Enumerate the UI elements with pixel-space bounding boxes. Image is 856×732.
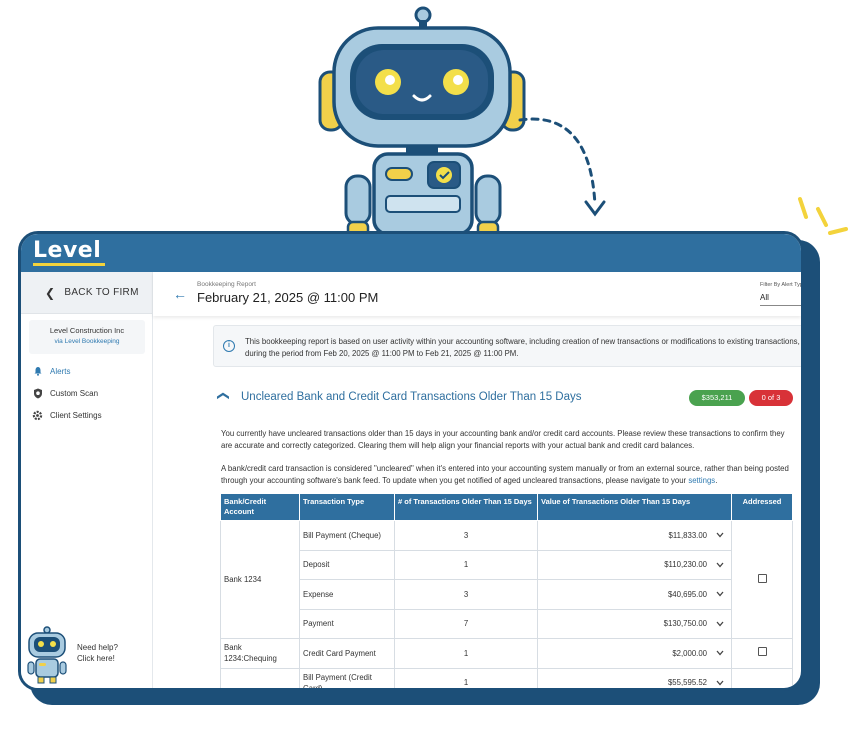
table-header-row: Bank/Credit Account Transaction Type # o… bbox=[220, 493, 793, 521]
dashed-arrow-icon bbox=[518, 117, 606, 217]
value-cell: $40,695.00 bbox=[537, 579, 732, 610]
column-header: # of Transactions Older Than 15 Days bbox=[394, 493, 538, 521]
value-cell: $130,750.00 bbox=[537, 608, 732, 639]
value-text: $40,695.00 bbox=[667, 589, 707, 599]
value-cell: $11,833.00 bbox=[537, 520, 732, 551]
type-cell: Bill Payment (Credit Card) bbox=[299, 667, 395, 688]
client-name: Level Construction Inc bbox=[49, 326, 125, 335]
count-cell: 7 bbox=[394, 608, 538, 639]
chevron-down-icon[interactable] bbox=[716, 650, 724, 656]
count-cell: 1 bbox=[394, 638, 538, 669]
sidebar-item-label: Custom Scan bbox=[50, 388, 99, 398]
section-description: You currently have uncleared transaction… bbox=[221, 429, 785, 450]
report-date: February 21, 2025 @ 11:00 PM bbox=[197, 290, 379, 305]
type-cell: Payment bbox=[299, 608, 395, 639]
filter-alert-type-select[interactable]: All bbox=[760, 293, 769, 302]
value-text: $11,833.00 bbox=[668, 530, 707, 540]
addressed-cell bbox=[731, 520, 793, 639]
value-text: $55,595.52 bbox=[667, 678, 707, 688]
value-cell: $55,595.52 bbox=[537, 667, 732, 688]
arrow-left-icon[interactable]: ← bbox=[173, 286, 187, 302]
type-cell: Credit Card Payment bbox=[299, 638, 395, 669]
column-header: Transaction Type bbox=[299, 493, 395, 521]
addressed-cell bbox=[731, 638, 793, 669]
chevron-up-icon[interactable]: ❯ bbox=[215, 391, 229, 401]
value-text: $130,750.00 bbox=[663, 619, 707, 629]
value-cell: $2,000.00 bbox=[537, 638, 732, 669]
sidebar-item-label: Alerts bbox=[50, 366, 71, 376]
count-cell: 3 bbox=[394, 520, 538, 551]
app-window: Level ❮ BACK TO FIRM Level Construction … bbox=[18, 231, 804, 691]
info-text: This bookkeeping report is based on user… bbox=[245, 337, 800, 358]
client-firm-link[interactable]: via Level Bookkeeping bbox=[29, 338, 145, 345]
status-badge: 0 of 3 bbox=[749, 390, 793, 406]
count-cell: 1 bbox=[394, 667, 538, 688]
account-cell bbox=[220, 667, 300, 688]
count-cell: 1 bbox=[394, 549, 538, 580]
value-cell: $110,230.00 bbox=[537, 549, 732, 580]
table-row: Payment 7 $130,750.00 bbox=[221, 608, 793, 639]
sidebar-item-client-settings[interactable]: Client Settings bbox=[32, 408, 102, 422]
addressed-cell bbox=[731, 667, 793, 688]
report-label: Bookkeeping Report bbox=[197, 281, 256, 288]
sidebar-item-label: Client Settings bbox=[50, 410, 102, 420]
chevron-left-icon: ❮ bbox=[45, 285, 56, 300]
value-text: $2,000.00 bbox=[672, 648, 707, 658]
report-content: i This bookkeeping report is based on us… bbox=[153, 316, 801, 688]
chevron-down-icon[interactable] bbox=[716, 562, 724, 568]
uncleared-definition: A bank/credit card transaction is consid… bbox=[221, 463, 797, 487]
top-bar: Level bbox=[21, 234, 801, 272]
shield-icon bbox=[32, 388, 43, 399]
logo-underline bbox=[33, 263, 105, 266]
help-line-2: Click here! bbox=[77, 654, 115, 663]
info-icon: i bbox=[223, 340, 235, 352]
addressed-checkbox[interactable] bbox=[757, 573, 767, 583]
client-card: Level Construction Inc via Level Bookkee… bbox=[29, 320, 145, 354]
column-header: Value of Transactions Older Than 15 Days bbox=[537, 493, 732, 521]
column-header: Addressed bbox=[731, 493, 793, 521]
sidebar: ❮ BACK TO FIRM Level Construction Inc vi… bbox=[21, 272, 153, 688]
sidebar-item-alerts[interactable]: Alerts bbox=[32, 364, 70, 378]
definition-suffix: . bbox=[715, 476, 718, 485]
chevron-down-icon[interactable] bbox=[716, 680, 724, 686]
account-cell: Bank 1234:Chequing bbox=[220, 638, 300, 669]
section-title: Uncleared Bank and Credit Card Transacti… bbox=[241, 391, 582, 403]
back-to-firm-label: BACK TO FIRM bbox=[64, 287, 139, 298]
filter-label: Filter By Alert Typ bbox=[760, 282, 803, 288]
count-cell: 3 bbox=[394, 579, 538, 610]
value-text: $110,230.00 bbox=[664, 560, 707, 570]
table-row: Bank 1234 Bill Payment (Cheque) 3 $11,83… bbox=[220, 520, 793, 639]
account-cell: Bank 1234 bbox=[220, 520, 300, 639]
type-cell: Bill Payment (Cheque) bbox=[299, 520, 395, 551]
gear-icon bbox=[32, 410, 43, 421]
table-row: Deposit 1 $110,230.00 bbox=[221, 549, 793, 580]
settings-link[interactable]: settings bbox=[688, 476, 715, 485]
table-row: Bill Payment (Credit Card) 1 $55,595.52 bbox=[220, 667, 793, 688]
section-header[interactable]: ❯ Uncleared Bank and Credit Card Transac… bbox=[215, 388, 801, 408]
filter-underline bbox=[760, 305, 801, 306]
help-line-1: Need help? bbox=[77, 643, 118, 652]
back-to-firm-button[interactable]: ❮ BACK TO FIRM bbox=[21, 272, 152, 314]
addressed-checkbox[interactable] bbox=[757, 647, 767, 657]
report-header: ← Bookkeeping Report February 21, 2025 @… bbox=[153, 272, 801, 316]
help-robot-icon bbox=[27, 626, 67, 684]
column-header: Bank/Credit Account bbox=[220, 493, 300, 521]
chevron-down-icon[interactable] bbox=[716, 532, 724, 538]
type-cell: Expense bbox=[299, 579, 395, 610]
info-banner: i This bookkeeping report is based on us… bbox=[213, 325, 801, 367]
chevron-down-icon[interactable] bbox=[716, 621, 724, 627]
table-row: Expense 3 $40,695.00 bbox=[221, 579, 793, 610]
chevron-down-icon[interactable] bbox=[716, 591, 724, 597]
type-cell: Deposit bbox=[299, 549, 395, 580]
help-text: Need help? Click here! bbox=[77, 642, 118, 664]
amount-badge: $353,211 bbox=[689, 390, 745, 406]
transactions-table: Bank/Credit Account Transaction Type # o… bbox=[220, 493, 793, 688]
sidebar-item-custom-scan[interactable]: Custom Scan bbox=[32, 386, 98, 400]
help-widget[interactable]: Need help? Click here! bbox=[25, 626, 150, 684]
level-logo: Level bbox=[33, 238, 102, 263]
bell-icon bbox=[32, 366, 43, 377]
table-row: Bank 1234:Chequing Credit Card Payment 1… bbox=[220, 638, 793, 669]
robot-mascot bbox=[318, 6, 526, 240]
